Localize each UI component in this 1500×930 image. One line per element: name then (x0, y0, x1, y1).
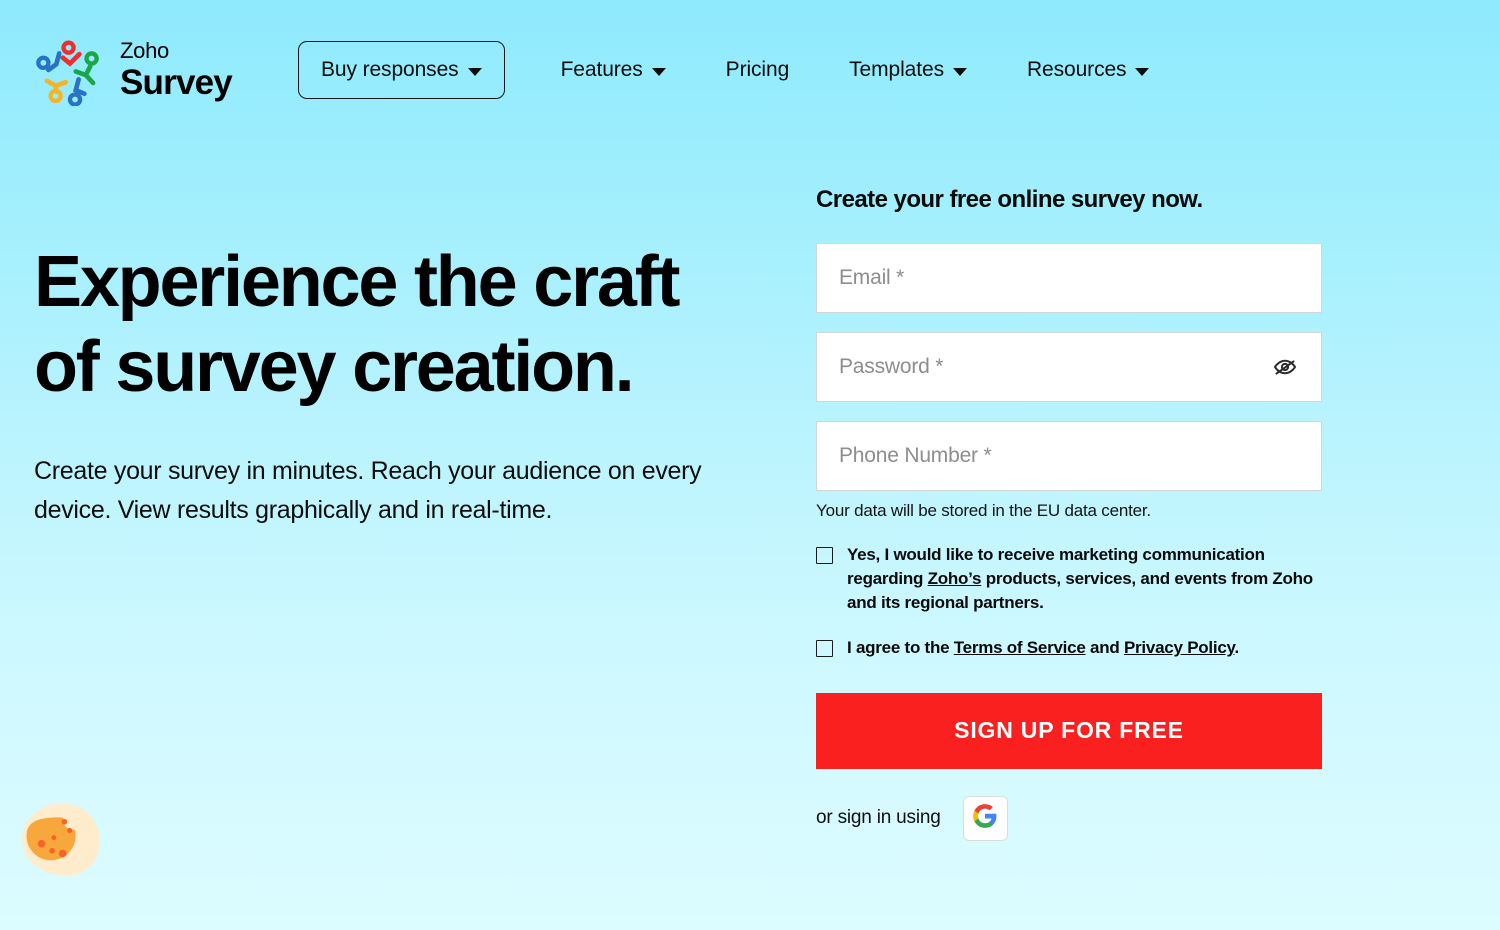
nav-item-label: Templates (849, 58, 944, 81)
password-field-wrapper (816, 332, 1322, 402)
signup-form-title: Create your free online survey now. (816, 186, 1203, 213)
sign-up-button[interactable]: SIGN UP FOR FREE (816, 692, 1322, 769)
social-signin-label: or sign in using (816, 807, 941, 828)
phone-field-wrapper (816, 421, 1322, 491)
marketing-consent-label: Yes, I would like to receive marketing c… (847, 543, 1322, 615)
cookie-icon (14, 803, 106, 890)
data-center-note: Your data will be stored in the EU data … (816, 501, 1151, 520)
terms-of-service-link[interactable]: Terms of Service (954, 638, 1086, 657)
google-g-icon (972, 803, 998, 834)
site-header: Zoho Survey Buy responses Features Prici… (0, 0, 1500, 140)
google-signin-button[interactable] (962, 795, 1008, 841)
nav-item-templates[interactable]: Templates (819, 58, 997, 82)
zoho-pinwheel-logo-icon (34, 34, 106, 107)
email-input[interactable] (839, 244, 1299, 312)
hero-section: Experience the craft of survey creation.… (34, 140, 794, 531)
terms-consent-row: I agree to the Terms of Service and Priv… (816, 636, 1322, 660)
email-field-wrapper (816, 243, 1322, 313)
nav-item-features[interactable]: Features (531, 58, 696, 82)
signup-form: Create your free online survey now. Your… (816, 140, 1322, 841)
terms-consent-text-3: . (1234, 638, 1240, 658)
password-input[interactable] (839, 333, 1299, 401)
chevron-down-icon (952, 68, 967, 76)
nav-item-pricing[interactable]: Pricing (696, 58, 820, 82)
brand-name: Zoho (120, 38, 169, 63)
nav-item-resources[interactable]: Resources (997, 58, 1179, 82)
marketing-consent-row: Yes, I would like to receive marketing c… (816, 543, 1322, 615)
chevron-down-icon (651, 68, 666, 76)
terms-consent-label: I agree to the Terms of Service and Priv… (847, 636, 1239, 660)
zoho-link[interactable]: Zoho’s (928, 569, 982, 588)
privacy-policy-link[interactable]: Privacy Policy (1124, 638, 1235, 657)
brand-product-name: Survey (120, 63, 233, 102)
terms-consent-text-1: I agree to the (847, 638, 954, 658)
hero-title-line-2: of survey creation. (34, 326, 635, 407)
nav-item-label: Resources (1026, 58, 1127, 81)
marketing-consent-checkbox[interactable] (816, 547, 833, 564)
eye-off-icon[interactable] (1269, 353, 1301, 381)
nav-item-label: Pricing (725, 58, 790, 81)
cookie-consent-button[interactable] (14, 798, 106, 886)
hero-subtitle: Create your survey in minutes. Reach you… (34, 456, 702, 525)
nav-item-buy-responses[interactable]: Buy responses (297, 41, 505, 99)
chevron-down-icon (1135, 68, 1150, 76)
phone-number-input[interactable] (839, 422, 1299, 490)
hero-title-line-1: Experience the craft (34, 242, 680, 322)
social-signin-row: or sign in using (816, 795, 1322, 841)
chevron-down-icon (467, 68, 482, 76)
terms-consent-text-2: and (1085, 638, 1124, 658)
terms-consent-checkbox[interactable] (816, 640, 833, 658)
nav-item-label: Features (560, 58, 643, 81)
nav-item-label: Buy responses (320, 58, 459, 81)
brand-logo-link[interactable]: Zoho Survey (34, 34, 233, 107)
main-content: Experience the craft of survey creation.… (0, 140, 1500, 841)
page-title: Experience the craft of survey creation. (34, 240, 794, 410)
main-navigation: Buy responses Features Pricing Templates… (297, 41, 1180, 99)
